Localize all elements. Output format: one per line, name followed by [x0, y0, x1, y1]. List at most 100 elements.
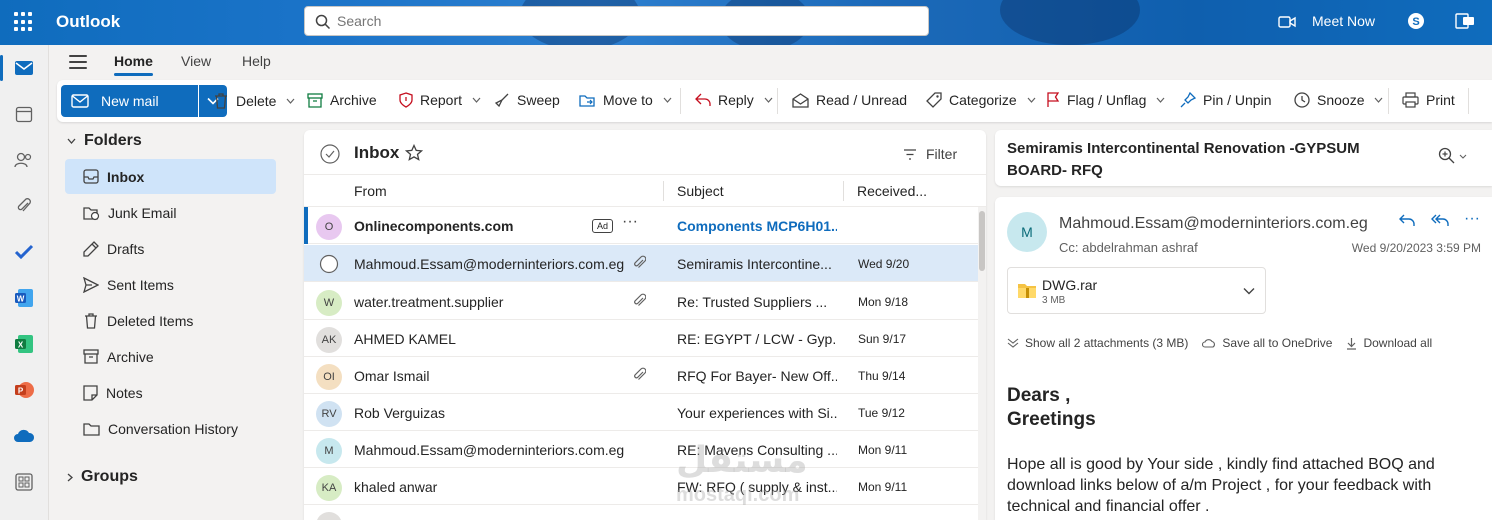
sweep-button[interactable]: Sweep: [494, 92, 560, 108]
tab-home[interactable]: Home: [114, 53, 153, 76]
todo-app-icon[interactable]: [13, 241, 35, 263]
reply-icon[interactable]: [1398, 213, 1416, 228]
hamburger-icon[interactable]: [69, 55, 87, 69]
chevron-down-icon: [67, 138, 76, 144]
table-row[interactable]: RV Rob Verguizas Your experiences with S…: [304, 394, 978, 431]
folder-drafts[interactable]: Drafts: [65, 231, 276, 266]
folder-sent-items[interactable]: Sent Items: [65, 267, 276, 302]
table-row[interactable]: [304, 505, 978, 520]
search-box[interactable]: [304, 6, 929, 36]
folder-conversation-history[interactable]: Conversation History: [65, 411, 276, 446]
column-received[interactable]: Received...: [857, 183, 927, 199]
paperclip-icon: [634, 367, 646, 380]
categorize-button[interactable]: Categorize: [926, 92, 1036, 108]
archive-button[interactable]: Archive: [307, 92, 377, 108]
table-row[interactable]: M Mahmoud.Essam@moderninteriors.com.eg R…: [304, 431, 978, 468]
select-all-checkbox[interactable]: [320, 144, 340, 164]
skype-icon[interactable]: S: [1407, 12, 1425, 30]
teams-icon[interactable]: [1455, 12, 1475, 30]
new-mail-button[interactable]: New mail: [61, 85, 198, 117]
row-from: Onlinecomponents.com: [354, 218, 514, 234]
table-row[interactable]: W water.treatment.supplier Re: Trusted S…: [304, 283, 978, 320]
delete-button[interactable]: Delete: [213, 92, 295, 109]
trash-icon: [85, 313, 97, 329]
row-subject: RFQ For Bayer- New Off...: [677, 368, 837, 384]
excel-app-icon[interactable]: X: [13, 333, 35, 355]
folder-deleted-items[interactable]: Deleted Items: [65, 303, 276, 338]
active-app-indicator: [0, 55, 3, 81]
folder-junk-email[interactable]: Junk Email: [65, 195, 276, 230]
pin-icon: [1180, 92, 1196, 108]
pin-button[interactable]: Pin / Unpin: [1180, 92, 1271, 108]
zip-file-icon: [1018, 284, 1036, 298]
table-row[interactable]: Mahmoud.Essam@moderninteriors.com.eg Sem…: [304, 245, 978, 282]
column-from[interactable]: From: [354, 183, 387, 199]
reading-pane: M Mahmoud.Essam@moderninteriors.com.eg C…: [995, 197, 1492, 520]
calendar-app-icon[interactable]: [13, 103, 35, 125]
row-from: Rob Verguizas: [354, 405, 446, 421]
folder-label: Archive: [107, 348, 154, 365]
download-all-link[interactable]: Download all: [1346, 336, 1432, 350]
sender-address[interactable]: Mahmoud.Essam@moderninteriors.com.eg: [1059, 215, 1368, 233]
row-subject: Re: Trusted Suppliers ...: [677, 294, 828, 310]
print-button[interactable]: Print: [1402, 92, 1455, 108]
read-unread-button[interactable]: Read / Unread: [792, 92, 907, 108]
search-input[interactable]: [337, 11, 917, 31]
archive-icon: [307, 92, 323, 108]
tab-help[interactable]: Help: [242, 53, 271, 69]
word-app-icon[interactable]: W: [13, 287, 35, 309]
column-divider[interactable]: [843, 181, 844, 201]
message-date: Wed 9/20/2023 3:59 PM: [1351, 241, 1481, 255]
attachment-card[interactable]: DWG.rar 3 MB: [1007, 267, 1266, 314]
flag-button[interactable]: Flag / Unflag: [1046, 92, 1165, 108]
svg-text:W: W: [17, 295, 25, 304]
star-icon[interactable]: [405, 144, 423, 162]
snooze-button[interactable]: Snooze: [1294, 92, 1383, 108]
chevron-down-icon[interactable]: [1243, 287, 1255, 295]
app-launcher-icon[interactable]: [14, 12, 34, 32]
more-actions-icon[interactable]: ···: [1464, 211, 1480, 228]
folder-inbox[interactable]: Inbox: [65, 159, 276, 194]
folder-notes[interactable]: Notes: [65, 375, 276, 410]
toolbar-divider: [1388, 88, 1389, 114]
row-checkbox[interactable]: [319, 254, 339, 274]
video-camera-icon: [1278, 16, 1296, 28]
groups-header[interactable]: Groups: [67, 468, 138, 486]
column-divider[interactable]: [663, 181, 664, 201]
table-row[interactable]: AK AHMED KAMEL RE: EGYPT / LCW - Gyp... …: [304, 320, 978, 357]
folders-header[interactable]: Folders: [67, 132, 142, 150]
row-subject: RE: EGYPT / LCW - Gyp...: [677, 331, 837, 347]
show-all-attachments-link[interactable]: Show all 2 attachments (3 MB): [1007, 336, 1188, 350]
reply-button[interactable]: Reply: [695, 92, 773, 108]
table-row[interactable]: O Onlinecomponents.com Ad ··· Components…: [304, 207, 978, 244]
svg-text:P: P: [18, 387, 24, 396]
meet-now-button[interactable]: Meet Now: [1312, 13, 1375, 29]
onedrive-app-icon[interactable]: [13, 425, 35, 447]
scrollbar[interactable]: [978, 207, 986, 520]
mail-app-icon[interactable]: [13, 57, 35, 79]
table-row[interactable]: OI Omar Ismail RFQ For Bayer- New Off...…: [304, 357, 978, 394]
sweep-label: Sweep: [517, 92, 560, 108]
more-icon[interactable]: ···: [622, 213, 638, 231]
save-to-onedrive-link[interactable]: Save all to OneDrive: [1202, 336, 1332, 350]
reply-all-icon[interactable]: [1430, 213, 1450, 228]
folder-archive[interactable]: Archive: [65, 339, 276, 374]
paperclip-icon: [634, 255, 646, 268]
zoom-button[interactable]: [1438, 147, 1467, 165]
column-subject[interactable]: Subject: [677, 183, 724, 199]
archive-label: Archive: [330, 92, 377, 108]
tab-view[interactable]: View: [181, 53, 211, 69]
people-app-icon[interactable]: [13, 149, 35, 171]
chevron-down-icon: [472, 97, 481, 103]
move-to-button[interactable]: Move to: [579, 92, 672, 108]
archive-icon: [83, 349, 99, 364]
table-row[interactable]: KA khaled anwar FW: RFQ ( supply & inst.…: [304, 468, 978, 505]
scrollbar-thumb[interactable]: [979, 211, 985, 271]
filter-button[interactable]: Filter: [903, 146, 957, 162]
more-apps-icon[interactable]: [13, 471, 35, 493]
pin-label: Pin / Unpin: [1203, 92, 1272, 108]
powerpoint-app-icon[interactable]: P: [13, 379, 35, 401]
report-button[interactable]: Report: [399, 92, 481, 108]
attach-app-icon[interactable]: [13, 195, 35, 217]
printer-icon: [1402, 92, 1419, 108]
